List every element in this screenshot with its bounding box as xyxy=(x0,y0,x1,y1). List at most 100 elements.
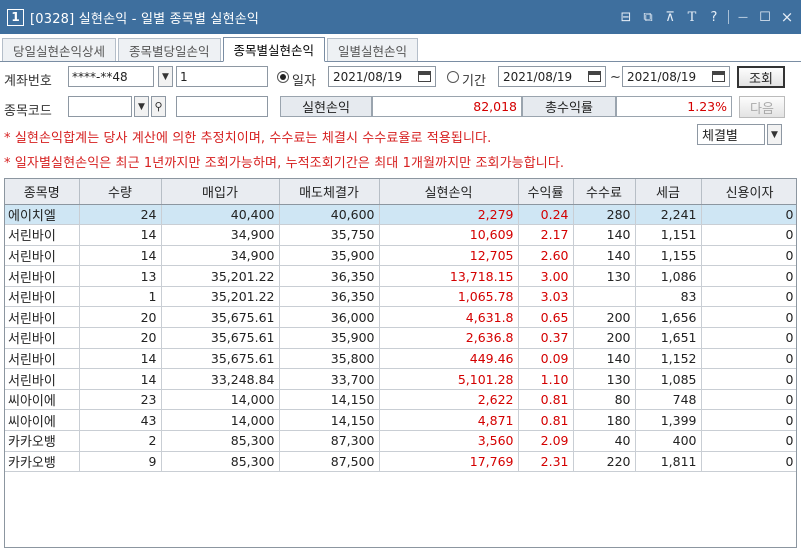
cell-realized-pnl: 449.46 xyxy=(379,348,519,370)
period-radio[interactable] xyxy=(447,71,459,83)
table-row[interactable]: 서린바이 14 35,675.61 35,800 449.46 0.09 140 1,152 0 xyxy=(5,348,796,370)
calendar-icon[interactable] xyxy=(712,71,725,82)
cell-fee: 130 xyxy=(573,265,636,287)
col-header-name[interactable]: 종목명 xyxy=(5,179,80,205)
cell-sell-price: 87,500 xyxy=(279,451,380,473)
notice-period-limit: * 일자별실현손익은 최근 1년까지만 조회가능하며, 누적조회기간은 최대 1… xyxy=(4,156,565,171)
cell-realized-pnl: 17,769 xyxy=(379,451,519,473)
calendar-icon[interactable] xyxy=(588,71,601,82)
col-header-sell-price[interactable]: 매도체결가 xyxy=(279,179,380,205)
pin-icon[interactable]: ⊼ xyxy=(662,9,678,25)
account-dropdown-button[interactable]: ▼ xyxy=(158,66,173,87)
table-header-row: 종목명 수량 매입가 매도체결가 실현손익 수익률 수수료 세금 신용이자 xyxy=(5,179,796,205)
cell-buy-price: 35,201.22 xyxy=(161,265,280,287)
account-seq-field[interactable]: 1 xyxy=(176,66,268,87)
cell-tax: 1,651 xyxy=(635,327,702,349)
realized-pnl-value: 82,018 xyxy=(372,96,522,117)
window-title: [0328] 실현손익 - 일별 종목별 실현손익 xyxy=(30,11,260,27)
cell-name: 에이치엘 xyxy=(5,204,80,226)
table-row[interactable]: 서린바이 14 34,900 35,750 10,609 2.17 140 1,151 0 xyxy=(5,224,796,246)
maximize-icon[interactable]: ☐ xyxy=(757,9,773,25)
date-field[interactable]: 2021/08/19 xyxy=(328,66,436,87)
stock-code-field[interactable] xyxy=(68,96,132,117)
table-row[interactable]: 서린바이 20 35,675.61 36,000 4,631.8 0.65 200 1,656… xyxy=(5,306,796,329)
cell-fee: 130 xyxy=(573,368,636,390)
view-type-select[interactable]: 체결별 xyxy=(697,124,765,145)
help-icon[interactable]: ? xyxy=(706,9,722,25)
table-row[interactable]: 서린바이 14 34,900 35,900 12,705 2.60 140 1,155 0 xyxy=(5,245,796,267)
stock-name-field[interactable] xyxy=(176,96,268,117)
cell-sell-price: 35,900 xyxy=(279,245,380,267)
view-type-dropdown-button[interactable]: ▼ xyxy=(767,124,782,145)
cell-fee: 40 xyxy=(573,430,636,452)
period-from-field[interactable]: 2021/08/19 xyxy=(498,66,606,87)
tab-daily-realized-pnl[interactable]: 일별실현손익 xyxy=(327,38,419,61)
table-row[interactable]: 서린바이 13 35,201.22 36,350 13,718.15 3.00 130 1,0… xyxy=(5,265,796,287)
cell-return: 1.10 xyxy=(518,368,574,390)
chevron-down-icon: ▼ xyxy=(138,101,145,112)
cell-credit-interest: 0 xyxy=(701,224,796,246)
cell-name: 씨아이에 xyxy=(5,409,80,432)
col-header-fee[interactable]: 수수료 xyxy=(573,179,636,205)
search-icon: ⚲ xyxy=(154,100,163,113)
cell-return: 2.60 xyxy=(518,245,574,267)
table-row[interactable]: 씨아이에 23 14,000 14,150 2,622 0.81 80 748 0 xyxy=(5,389,796,411)
cell-sell-price: 35,800 xyxy=(279,348,380,370)
tab-daily-realized-detail[interactable]: 당일실현손익상세 xyxy=(2,38,117,61)
table-row[interactable]: 씨아이에 43 14,000 14,150 4,871 0.81 180 1,399 0 xyxy=(5,409,796,432)
account-number-field[interactable]: ****-**48 xyxy=(68,66,154,87)
date-radio[interactable] xyxy=(277,71,289,83)
layout-icon[interactable]: ⊟ xyxy=(618,9,634,25)
period-to-field[interactable]: 2021/08/19 xyxy=(622,66,730,87)
cell-credit-interest: 0 xyxy=(701,327,796,349)
cell-return: 0.65 xyxy=(518,306,574,329)
cell-return: 2.31 xyxy=(518,451,574,473)
query-button[interactable]: 조회 xyxy=(737,66,785,88)
cell-tax: 1,152 xyxy=(635,348,702,370)
cell-name: 서린바이 xyxy=(5,265,80,287)
col-header-realized-pnl[interactable]: 실현손익 xyxy=(379,179,519,205)
table-row[interactable]: 서린바이 14 33,248.84 33,700 5,101.28 1.10 130 1,08… xyxy=(5,368,796,390)
cell-realized-pnl: 4,871 xyxy=(379,409,519,432)
chevron-down-icon: ▼ xyxy=(771,129,778,140)
realized-pnl-table: 종목명 수량 매입가 매도체결가 실현손익 수익률 수수료 세금 신용이자 에이… xyxy=(5,179,796,473)
cell-qty: 24 xyxy=(79,204,162,226)
table-row[interactable]: 에이치엘 24 40,400 40,600 2,279 0.24 280 2,241 0 xyxy=(5,204,796,226)
period-separator: ~ xyxy=(610,70,621,85)
tab-stock-realized-pnl[interactable]: 종목별실현손익 xyxy=(222,37,326,62)
cell-return: 2.09 xyxy=(518,430,574,452)
stock-code-dropdown-button[interactable]: ▼ xyxy=(134,96,149,117)
cell-tax: 1,086 xyxy=(635,265,702,287)
col-header-credit-interest[interactable]: 신용이자 xyxy=(701,179,796,205)
tab-stock-daily-pnl[interactable]: 종목별당일손익 xyxy=(118,38,221,61)
cell-qty: 14 xyxy=(79,224,162,246)
col-header-tax[interactable]: 세금 xyxy=(635,179,702,205)
minimize-icon[interactable]: — xyxy=(735,9,751,25)
title-bar: 1 [0328] 실현손익 - 일별 종목별 실현손익 ⊟ ⧉ ⊼ T ? — … xyxy=(0,0,801,34)
font-icon[interactable]: T xyxy=(684,9,700,25)
calendar-icon[interactable] xyxy=(418,71,431,82)
table-row[interactable]: 서린바이 1 35,201.22 36,350 1,065.78 3.03 83 0 xyxy=(5,286,796,308)
filter-row-code: 종목코드 ▼ ⚲ 실현손익 82,018 총수익률 1.23% 다음 xyxy=(0,96,801,120)
realized-pnl-grid[interactable]: 종목명 수량 매입가 매도체결가 실현손익 수익률 수수료 세금 신용이자 에이… xyxy=(4,178,797,548)
close-icon[interactable]: × xyxy=(779,8,795,26)
table-row[interactable]: 서린바이 20 35,675.61 35,900 2,636.8 0.37 200 1,651… xyxy=(5,327,796,349)
table-row[interactable]: 카카오뱅 9 85,300 87,500 17,769 2.31 220 1,811 0 xyxy=(5,451,796,473)
cell-sell-price: 33,700 xyxy=(279,368,380,390)
cell-qty: 14 xyxy=(79,245,162,267)
cell-return: 0.81 xyxy=(518,409,574,432)
stock-code-label: 종목코드 xyxy=(4,104,52,119)
cell-tax: 1,811 xyxy=(635,451,702,473)
table-row[interactable]: 카카오뱅 2 85,300 87,300 3,560 2.09 40 400 0 xyxy=(5,430,796,452)
stock-search-button[interactable]: ⚲ xyxy=(151,96,166,117)
next-button[interactable]: 다음 xyxy=(739,96,785,118)
cell-buy-price: 35,675.61 xyxy=(161,348,280,370)
cell-credit-interest: 0 xyxy=(701,389,796,411)
cell-return: 0.81 xyxy=(518,389,574,411)
col-header-return[interactable]: 수익률 xyxy=(518,179,574,205)
period-from-value: 2021/08/19 xyxy=(503,69,573,84)
col-header-buy-price[interactable]: 매입가 xyxy=(161,179,280,205)
restore-icon[interactable]: ⧉ xyxy=(640,9,656,25)
cell-name: 카카오뱅 xyxy=(5,430,80,452)
col-header-qty[interactable]: 수량 xyxy=(79,179,162,205)
